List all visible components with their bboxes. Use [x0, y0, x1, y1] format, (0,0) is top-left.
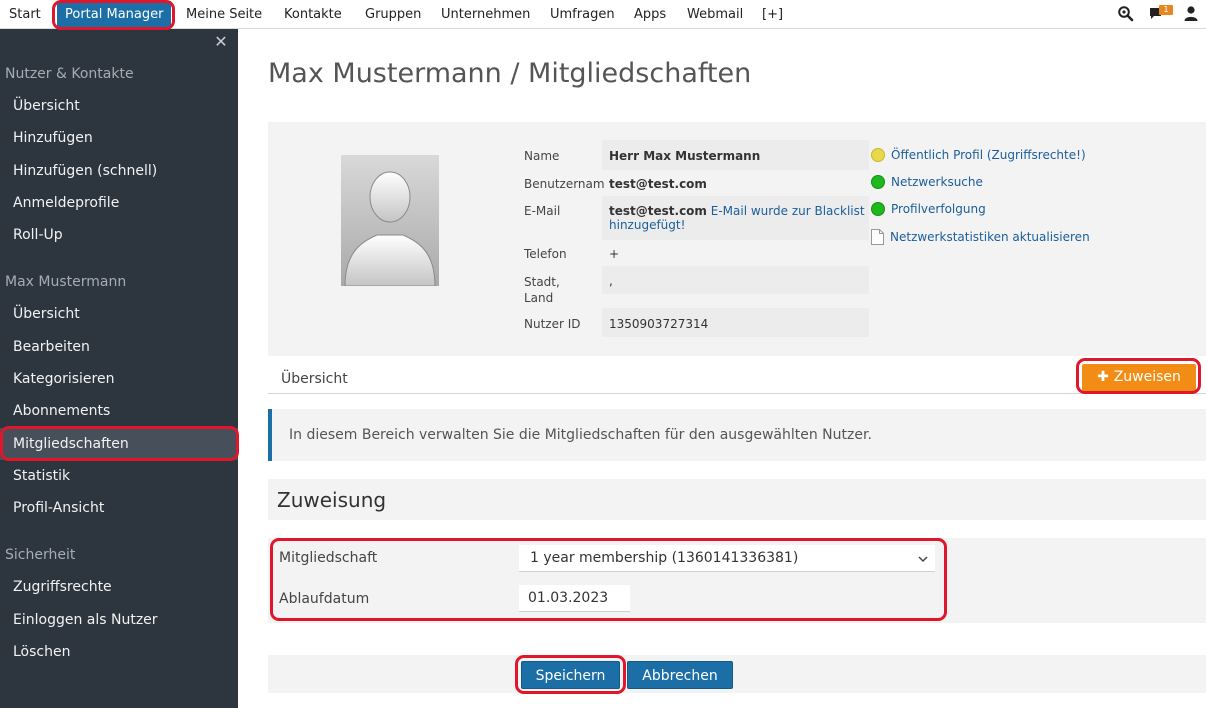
nav-meine-seite[interactable]: Meine Seite: [186, 0, 262, 28]
nav-gruppen[interactable]: Gruppen: [365, 0, 421, 28]
search-icon[interactable]: [1117, 5, 1135, 23]
sidebar-item-edit[interactable]: Bearbeiten: [13, 339, 90, 355]
sidebar-item-profile-view[interactable]: Profil-Ansicht: [13, 500, 104, 516]
value-name: Herr Max Mustermann: [609, 149, 761, 163]
label-email: E-Mail: [524, 204, 561, 218]
value-user-id: 1350903727314: [609, 317, 709, 331]
sidebar-section-user: Max Mustermann: [5, 274, 127, 290]
assign-button[interactable]: ✚ Zuweisen: [1082, 364, 1196, 391]
green-status-icon: [871, 202, 885, 216]
label-city-line1: Stadt,: [524, 275, 560, 289]
sidebar-item-add[interactable]: Hinzufügen: [13, 130, 93, 146]
update-network-stats-link[interactable]: Netzwerkstatistiken aktualisieren: [871, 229, 1090, 245]
label-username: Benutzernam: [524, 177, 605, 191]
value-email: test@test.com: [609, 204, 707, 218]
email-blacklist-note[interactable]: E-Mail wurde zur Blacklist: [711, 204, 865, 218]
profile-row-bg: [602, 266, 869, 294]
sidebar-item-categorize[interactable]: Kategorisieren: [13, 371, 114, 387]
info-message: In diesem Bereich verwalten Sie die Mitg…: [289, 427, 872, 443]
expiry-date-input[interactable]: 01.03.2023: [519, 585, 630, 612]
close-icon[interactable]: ✕: [212, 33, 230, 51]
sidebar-item-login-as-user[interactable]: Einloggen als Nutzer: [13, 612, 158, 628]
sidebar-section-security: Sicherheit: [5, 547, 76, 563]
green-status-icon: [871, 175, 885, 189]
sidebar-item-user-overview[interactable]: Übersicht: [13, 306, 80, 322]
membership-label: Mitgliedschaft: [279, 550, 378, 566]
avatar: [341, 155, 439, 286]
action-bar: [268, 655, 1206, 693]
label-phone: Telefon: [524, 247, 567, 261]
label-user-id: Nutzer ID: [524, 317, 581, 331]
plus-icon: ✚: [1097, 369, 1114, 385]
tab-bar: [268, 364, 1206, 394]
status-profile-tracking[interactable]: Profilverfolgung: [871, 202, 986, 216]
nav-portal-manager[interactable]: Portal Manager: [57, 1, 172, 27]
notification-badge: 1: [1159, 5, 1173, 15]
nav-umfragen[interactable]: Umfragen: [550, 0, 615, 28]
sidebar-item-add-quick[interactable]: Hinzufügen (schnell): [13, 163, 157, 179]
expiry-label: Ablaufdatum: [279, 591, 370, 607]
sidebar-item-subscriptions[interactable]: Abonnements: [13, 403, 110, 419]
status-public-profile[interactable]: Öffentlich Profil (Zugriffsrechte!): [871, 148, 1086, 162]
status-network-search[interactable]: Netzwerksuche: [871, 175, 983, 189]
yellow-status-icon: [871, 148, 885, 162]
sidebar-item-memberships[interactable]: Mitgliedschaften: [13, 436, 129, 452]
cancel-button[interactable]: Abbrechen: [627, 661, 733, 689]
top-navigation: Start Portal Manager Meine Seite Kontakt…: [0, 0, 1206, 29]
access-rights-link[interactable]: Zugriffsrechte!: [992, 148, 1081, 162]
sidebar-item-roll-up[interactable]: Roll-Up: [13, 227, 63, 243]
sidebar-item-statistics[interactable]: Statistik: [13, 468, 70, 484]
assignment-header: [268, 479, 1206, 520]
label-city: Stadt, Land: [524, 274, 560, 306]
label-city-line2: Land: [524, 291, 554, 305]
nav-kontakte[interactable]: Kontakte: [284, 0, 342, 28]
sidebar-section-users: Nutzer & Kontakte: [5, 66, 134, 82]
nav-unternehmen[interactable]: Unternehmen: [441, 0, 530, 28]
nav-apps[interactable]: Apps: [634, 0, 666, 28]
sidebar-item-access-rights[interactable]: Zugriffsrechte: [13, 579, 112, 595]
document-icon: [871, 229, 884, 245]
chevron-down-icon: [918, 556, 928, 563]
assignment-title: Zuweisung: [277, 488, 387, 512]
label-name: Name: [524, 149, 560, 163]
sidebar-item-login-profiles[interactable]: Anmeldeprofile: [13, 195, 119, 211]
nav-webmail[interactable]: Webmail: [687, 0, 743, 28]
nav-start[interactable]: Start: [9, 0, 41, 28]
value-username: test@test.com: [609, 177, 707, 191]
value-email-block: test@test.com E-Mail wurde zur Blacklist…: [609, 204, 869, 232]
membership-select[interactable]: 1 year membership (1360141336381): [519, 545, 935, 572]
tab-overview[interactable]: Übersicht: [281, 371, 348, 387]
page-title: Max Mustermann / Mitgliedschaften: [268, 58, 752, 89]
value-city: ,: [609, 274, 613, 288]
sidebar-item-users-overview[interactable]: Übersicht: [13, 98, 80, 114]
user-icon[interactable]: [1182, 5, 1200, 23]
save-button[interactable]: Speichern: [521, 661, 620, 689]
nav-add-more[interactable]: [+]: [762, 0, 783, 28]
email-blacklist-note-2[interactable]: hinzugefügt!: [609, 218, 685, 232]
value-phone: +: [609, 247, 620, 261]
sidebar-item-delete[interactable]: Löschen: [13, 644, 70, 660]
